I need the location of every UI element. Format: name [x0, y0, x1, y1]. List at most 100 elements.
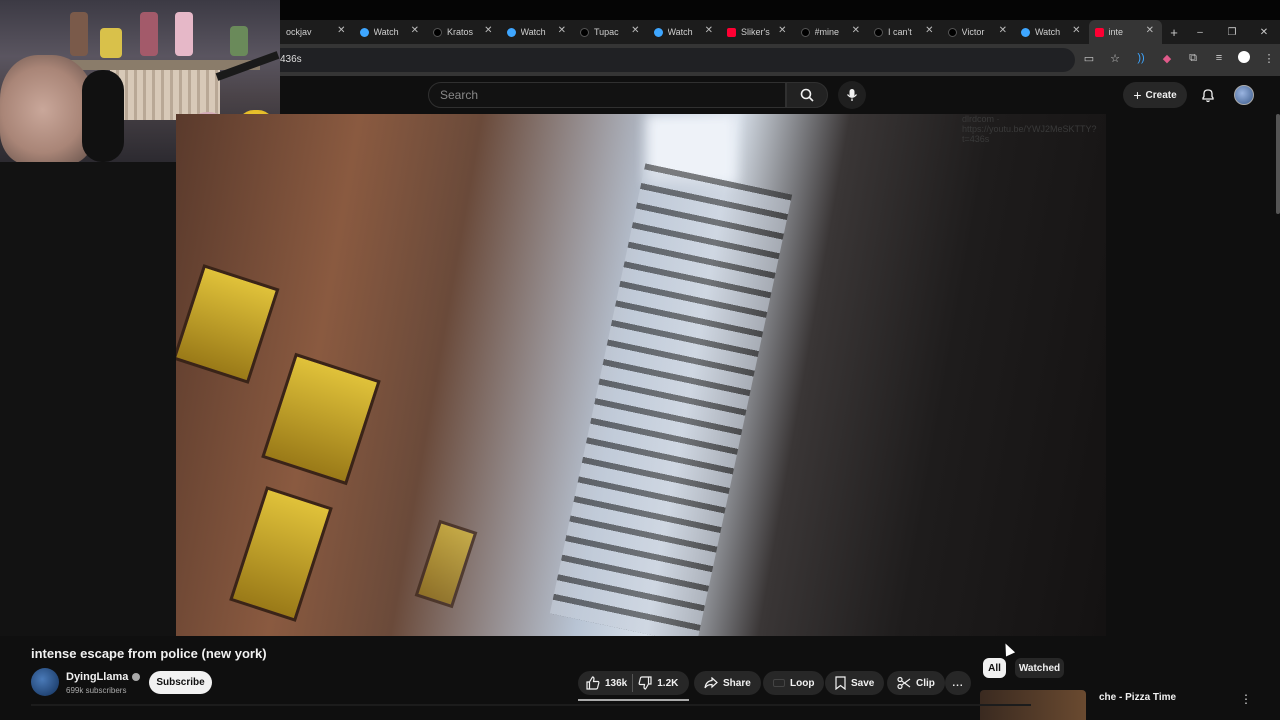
browser-tab[interactable]: Watch ✕ [648, 20, 722, 44]
url-field[interactable]: 436s [280, 48, 1075, 72]
media-controls-icon[interactable]: ≡ [1212, 51, 1226, 65]
close-tab-icon[interactable]: ✕ [705, 25, 713, 36]
streamer-face [0, 55, 95, 162]
youtube-header: Search + Create [280, 76, 1280, 114]
profile-icon[interactable] [1238, 51, 1250, 63]
search-button[interactable] [786, 82, 828, 108]
notifications-button[interactable] [1198, 85, 1218, 105]
close-tab-icon[interactable]: ✕ [778, 25, 786, 36]
more-icon: ... [952, 677, 964, 689]
figurine [230, 26, 248, 56]
save-label: Save [851, 677, 875, 689]
close-tab-icon[interactable]: ✕ [1072, 25, 1080, 36]
video-watermark: dlrdcom · https://youtu.be/YWJ2MeSKTTY?t… [962, 114, 1097, 144]
close-window-button[interactable]: ✕ [1248, 27, 1280, 38]
tab-strip: ockjav ✕ Watch ✕ Kratos ✕ Watch ✕ Tupac ✕ Watch ✕ Sl… [280, 20, 1280, 44]
close-tab-icon[interactable]: ✕ [484, 25, 492, 36]
close-tab-icon[interactable]: ✕ [337, 25, 345, 36]
bell-icon [1202, 88, 1214, 102]
like-dislike-group: 136k 1.2K [578, 671, 689, 695]
dislike-button[interactable]: 1.2K [638, 676, 678, 690]
video-lit-window [229, 486, 333, 622]
tiktok-icon [874, 27, 883, 37]
browser-tab[interactable]: Victor ✕ [942, 20, 1016, 44]
browser-tab[interactable]: Watch ✕ [501, 20, 575, 44]
create-button[interactable]: + Create [1123, 82, 1187, 108]
mouse-cursor [1000, 641, 1016, 657]
minimize-button[interactable]: – [1184, 27, 1216, 38]
figurine [100, 28, 122, 58]
account-avatar[interactable] [1234, 85, 1254, 105]
voice-search-button[interactable] [838, 81, 866, 109]
close-tab-icon[interactable]: ✕ [999, 25, 1007, 36]
browser-tab[interactable]: inte ✕ [1088, 20, 1162, 44]
close-tab-icon[interactable]: ✕ [411, 25, 419, 36]
share-icon [704, 677, 718, 689]
browser-tab[interactable]: #mine ✕ [795, 20, 869, 44]
like-button[interactable]: 136k [586, 676, 627, 690]
tab-label: #mine [814, 27, 840, 37]
search-icon [800, 88, 814, 102]
tab-label: Watch [667, 27, 693, 37]
browser-tab[interactable]: ockjav ✕ [280, 20, 354, 44]
subscriber-count: 699k subscribers [66, 686, 127, 695]
tiktok-icon [800, 27, 810, 37]
extension-shield-icon[interactable]: ◆ [1160, 51, 1174, 65]
close-tab-icon[interactable]: ✕ [852, 25, 860, 36]
close-tab-icon[interactable]: ✕ [925, 25, 933, 36]
watch-icon [653, 27, 663, 37]
video-lit-window [176, 264, 280, 384]
thumbs-up-icon [586, 676, 600, 690]
bookmark-star-icon[interactable]: ☆ [1108, 51, 1122, 65]
close-tab-icon[interactable]: ✕ [1146, 25, 1154, 36]
more-actions-button[interactable]: ... [945, 671, 971, 695]
window-controls: – ❐ ✕ [1184, 20, 1280, 44]
youtube-icon [727, 27, 736, 37]
browser-tab[interactable]: Sliker's ✕ [721, 20, 795, 44]
share-button[interactable]: Share [694, 671, 761, 695]
video-player[interactable]: dlrdcom · https://youtu.be/YWJ2MeSKTTY?t… [176, 114, 1106, 636]
extensions-puzzle-icon[interactable]: ⧉ [1186, 51, 1200, 65]
like-ratio-bar [578, 699, 689, 701]
close-tab-icon[interactable]: ✕ [631, 25, 639, 36]
address-bar: 436s ▭ ☆ )) ◆ ⧉ ≡ ⋮ [280, 44, 1280, 76]
watch-icon [359, 27, 369, 37]
scissors-icon [897, 676, 911, 690]
channel-name-row[interactable]: DyingLlama [66, 671, 141, 683]
dislike-count: 1.2K [657, 677, 679, 689]
extension-audio-icon[interactable]: )) [1134, 51, 1148, 65]
browser-tab[interactable]: Watch ✕ [354, 20, 428, 44]
figurine [70, 12, 88, 56]
restore-button[interactable]: ❐ [1216, 27, 1248, 38]
browser-menu-icon[interactable]: ⋮ [1262, 51, 1276, 65]
channel-name[interactable]: DyingLlama [66, 671, 128, 683]
figurine [175, 12, 193, 56]
save-button[interactable]: Save [825, 671, 885, 695]
page-scrollbar[interactable] [1276, 114, 1280, 214]
loop-button[interactable]: Loop [763, 671, 825, 695]
browser-tab[interactable]: Watch ✕ [1015, 20, 1089, 44]
tab-label: inte [1108, 27, 1124, 37]
search-input[interactable]: Search [428, 82, 786, 108]
cast-icon[interactable]: ▭ [1082, 51, 1096, 65]
filter-chip-watched[interactable]: Watched [1015, 658, 1064, 678]
tiktok-icon [580, 27, 589, 37]
verified-icon [132, 673, 141, 681]
subscribe-button[interactable]: Subscribe [149, 671, 212, 694]
bookmark-icon [835, 676, 846, 690]
like-count: 136k [605, 677, 628, 689]
clip-button[interactable]: Clip [887, 671, 945, 695]
browser-tab[interactable]: Tupac ✕ [574, 20, 648, 44]
thumbs-down-icon [638, 676, 652, 690]
browser-tab[interactable]: Kratos ✕ [427, 20, 501, 44]
browser-tab[interactable]: I can't ✕ [868, 20, 942, 44]
tab-label: Victor [961, 27, 985, 37]
channel-avatar[interactable] [31, 668, 59, 696]
new-tab-button[interactable]: + [1162, 25, 1186, 40]
recommended-menu-icon[interactable]: ⋮ [1240, 692, 1252, 706]
close-tab-icon[interactable]: ✕ [558, 25, 566, 36]
clip-label: Clip [916, 677, 935, 689]
filter-chip-all[interactable]: All [983, 658, 1006, 678]
recommended-title[interactable]: che - Pizza Time [1099, 692, 1176, 703]
left-dark-area [0, 162, 176, 636]
